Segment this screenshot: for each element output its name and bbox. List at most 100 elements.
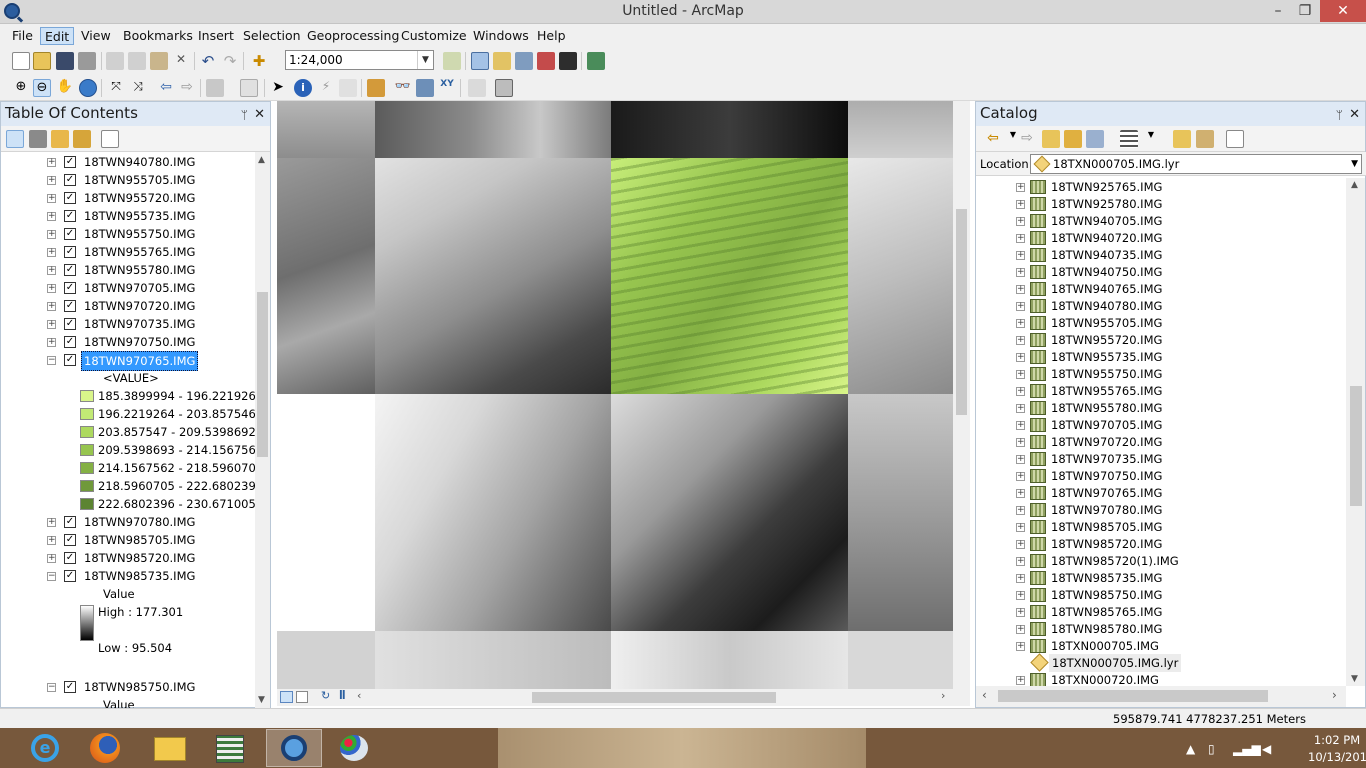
find-icon[interactable]: 👓 xyxy=(394,79,412,97)
maximize-button[interactable]: ❐ xyxy=(1289,0,1321,22)
layer-name[interactable]: 18TWN940780.IMG xyxy=(84,153,195,171)
print-icon[interactable] xyxy=(78,52,96,70)
modelbuilder-icon[interactable] xyxy=(587,52,605,70)
layer-name[interactable]: 18TWN955720.IMG xyxy=(84,189,195,207)
pin-icon[interactable]: ᛘ xyxy=(241,104,248,127)
expand-icon[interactable]: + xyxy=(1016,676,1025,685)
catalog-raster-item[interactable]: +18TWN940780.IMG xyxy=(976,297,1346,315)
toc-layer-row[interactable]: + ✓ 18TWN955765.IMG xyxy=(1,243,255,261)
clock-date[interactable]: 10/13/2015 xyxy=(1308,750,1366,764)
zoom-out-icon[interactable]: ⊖ xyxy=(33,79,51,97)
legend-class-row[interactable]: 185.3899994 - 196.2219263 xyxy=(1,387,255,405)
catalog-raster-item[interactable]: +18TWN925765.IMG xyxy=(976,178,1346,196)
catalog-item-name[interactable]: 18TWN940750.IMG xyxy=(1051,263,1162,281)
arccatalog-icon[interactable] xyxy=(202,729,258,767)
expand-icon[interactable]: + xyxy=(1016,455,1025,464)
layer-visibility-checkbox[interactable]: ✓ xyxy=(64,246,76,258)
expand-icon[interactable]: + xyxy=(1016,523,1025,532)
catalog-item-name[interactable]: 18TWN955705.IMG xyxy=(1051,314,1162,332)
expand-icon[interactable]: + xyxy=(1016,387,1025,396)
close-button[interactable]: ✕ xyxy=(1320,0,1366,22)
catalog-layer-file-item[interactable]: 18TXN000705.IMG.lyr xyxy=(976,653,1346,672)
expand-icon[interactable]: + xyxy=(47,536,56,545)
catalog-hscroll-thumb[interactable] xyxy=(998,690,1268,702)
expand-icon[interactable]: + xyxy=(1016,234,1025,243)
list-by-source-icon[interactable] xyxy=(29,130,47,148)
select-features-icon[interactable] xyxy=(206,79,224,97)
legend-swatch[interactable] xyxy=(80,444,94,456)
menu-edit[interactable]: Edit xyxy=(40,27,75,45)
catalog-horizontal-scrollbar[interactable]: ‹ › xyxy=(976,686,1346,707)
action-center-icon[interactable]: ▯ xyxy=(1208,742,1215,756)
catalog-raster-item[interactable]: +18TWN970780.IMG xyxy=(976,501,1346,519)
catalog-item-name[interactable]: 18TWN940780.IMG xyxy=(1051,297,1162,315)
catalog-item-name[interactable]: 18TWN925780.IMG xyxy=(1051,195,1162,213)
home-icon[interactable] xyxy=(1064,130,1082,148)
map-display[interactable] xyxy=(277,101,953,689)
catalog-raster-item[interactable]: +18TXN000705.IMG xyxy=(976,637,1346,655)
scroll-left-icon[interactable]: ‹ xyxy=(357,689,361,702)
catalog-raster-item[interactable]: +18TWN985720.IMG xyxy=(976,535,1346,553)
layer-visibility-checkbox[interactable]: ✓ xyxy=(64,336,76,348)
map-vscroll-thumb[interactable] xyxy=(956,209,967,415)
legend-class-row[interactable]: 214.1567562 - 218.5960704 xyxy=(1,459,255,477)
layer-visibility-checkbox[interactable]: ✓ xyxy=(64,282,76,294)
network-icon[interactable]: ▂▄▆ xyxy=(1233,742,1261,756)
expand-icon[interactable]: + xyxy=(47,554,56,563)
expand-icon[interactable]: + xyxy=(47,518,56,527)
expand-icon[interactable]: + xyxy=(1016,608,1025,617)
catalog-vscroll-thumb[interactable] xyxy=(1350,386,1362,506)
open-folder-icon[interactable] xyxy=(33,52,51,70)
catalog-item-name[interactable]: 18TWN985720.IMG xyxy=(1051,535,1162,553)
file-explorer-icon[interactable] xyxy=(142,729,198,767)
catalog-vertical-scrollbar[interactable]: ▲ ▼ xyxy=(1346,178,1365,686)
expand-icon[interactable]: + xyxy=(1016,404,1025,413)
internet-explorer-icon[interactable]: e xyxy=(18,729,74,767)
full-extent-icon[interactable] xyxy=(79,79,97,97)
catalog-window-icon[interactable] xyxy=(493,52,511,70)
catalog-item-name[interactable]: 18TWN985705.IMG xyxy=(1051,518,1162,536)
catalog-item-name[interactable]: 18TWN970780.IMG xyxy=(1051,501,1162,519)
toc-layer-row[interactable]: − ✓ 18TWN970765.IMG xyxy=(1,351,255,371)
catalog-raster-item[interactable]: +18TWN940705.IMG xyxy=(976,212,1346,230)
menu-file[interactable]: File xyxy=(8,27,37,45)
catalog-raster-item[interactable]: +18TWN940735.IMG xyxy=(976,246,1346,264)
list-by-drawing-order-icon[interactable] xyxy=(6,130,24,148)
back-extent-icon[interactable]: ⇦ xyxy=(157,79,175,97)
expand-icon[interactable]: + xyxy=(47,158,56,167)
pan-icon[interactable]: ✋ xyxy=(56,79,74,97)
legend-swatch[interactable] xyxy=(80,462,94,474)
legend-class-row[interactable]: 218.5960705 - 222.6802395 xyxy=(1,477,255,495)
catalog-raster-item[interactable]: +18TWN955705.IMG xyxy=(976,314,1346,332)
arctoolbox-icon[interactable] xyxy=(537,52,555,70)
toc-layer-row[interactable]: + ✓ 18TWN955735.IMG xyxy=(1,207,255,225)
catalog-raster-item[interactable]: +18TWN985780.IMG xyxy=(976,620,1346,638)
toc-options-icon[interactable] xyxy=(101,130,119,148)
expand-icon[interactable]: + xyxy=(47,338,56,347)
toc-layer-row[interactable]: − ✓ 18TWN985750.IMG xyxy=(1,678,255,696)
expand-icon[interactable]: + xyxy=(1016,489,1025,498)
catalog-item-name[interactable]: 18TWN985735.IMG xyxy=(1051,569,1162,587)
expand-icon[interactable]: + xyxy=(1016,183,1025,192)
collapse-icon[interactable]: − xyxy=(47,683,56,692)
catalog-raster-item[interactable]: +18TWN985705.IMG xyxy=(976,518,1346,536)
catalog-item-name[interactable]: 18TXN000705.IMG xyxy=(1051,637,1159,655)
toc-vertical-scrollbar[interactable]: ▲ ▼ xyxy=(255,152,270,708)
pause-drawing-icon[interactable]: ǁ xyxy=(339,689,346,700)
legend-swatch[interactable] xyxy=(80,426,94,438)
paste-icon[interactable] xyxy=(150,52,168,70)
list-by-visibility-icon[interactable] xyxy=(51,130,69,148)
cut-icon[interactable] xyxy=(106,52,124,70)
expand-icon[interactable]: + xyxy=(1016,472,1025,481)
catalog-item-name[interactable]: 18TWN925765.IMG xyxy=(1051,178,1162,196)
catalog-item-name[interactable]: 18TXN000720.IMG xyxy=(1051,671,1159,686)
catalog-item-name[interactable]: 18TWN940765.IMG xyxy=(1051,280,1162,298)
clear-selection-icon[interactable] xyxy=(240,79,258,97)
expand-icon[interactable]: + xyxy=(47,176,56,185)
catalog-item-name[interactable]: 18TWN985765.IMG xyxy=(1051,603,1162,621)
menu-geoprocessing[interactable]: Geoprocessing xyxy=(303,27,403,45)
catalog-item-name[interactable]: 18TWN955735.IMG xyxy=(1051,348,1162,366)
new-folder-icon[interactable] xyxy=(1173,130,1191,148)
data-view-button[interactable] xyxy=(280,691,293,703)
catalog-item-name[interactable]: 18TWN940735.IMG xyxy=(1051,246,1162,264)
